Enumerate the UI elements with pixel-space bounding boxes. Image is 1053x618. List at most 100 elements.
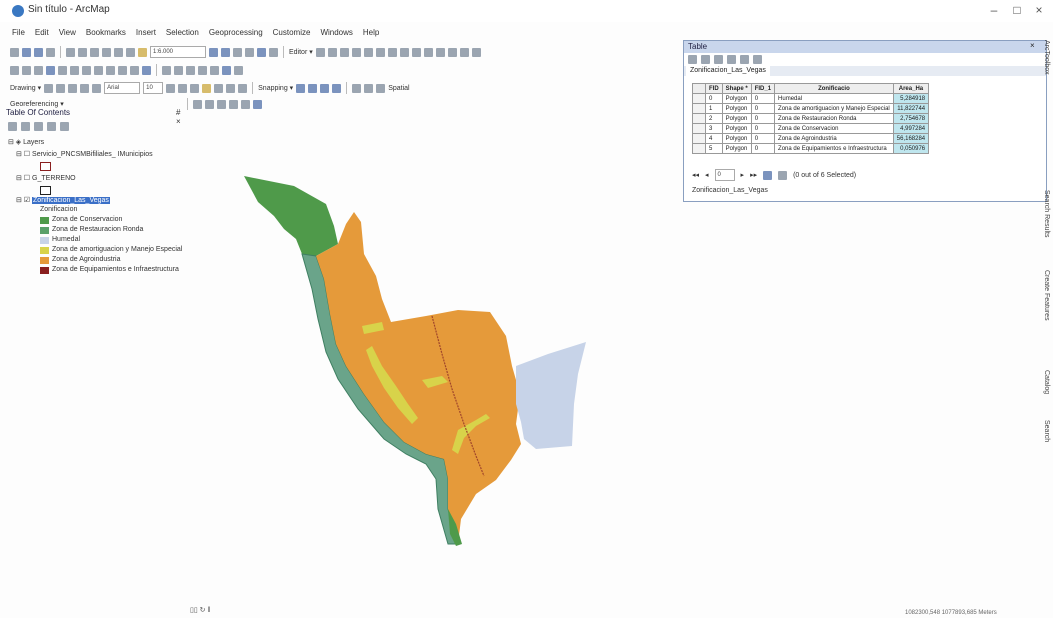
edge-snapping-icon[interactable] (332, 83, 342, 93)
font-field[interactable]: Arial (104, 82, 141, 94)
rotate-tool-icon[interactable] (56, 83, 66, 93)
new-icon[interactable] (10, 47, 19, 57)
next-record-button[interactable]: ▸ (741, 171, 745, 179)
menu-view[interactable]: View (59, 28, 76, 42)
legend-swatch[interactable] (40, 217, 49, 224)
add-data-icon[interactable] (138, 47, 147, 57)
pan-icon[interactable] (34, 65, 43, 75)
georef-tool-icon[interactable] (352, 83, 362, 93)
fill-color-icon[interactable] (214, 83, 224, 93)
undo-icon[interactable] (114, 47, 123, 57)
select-features-icon[interactable] (106, 65, 115, 75)
save-icon[interactable] (34, 47, 43, 57)
previous-record-button[interactable]: ◂ (705, 171, 709, 179)
column-header[interactable]: Zonificacio (774, 83, 894, 94)
open-icon[interactable] (22, 47, 31, 57)
redo-icon[interactable] (126, 47, 135, 57)
layers-root[interactable]: ⊟ ◈ Layers (8, 138, 44, 146)
print-icon[interactable] (46, 47, 55, 57)
paste-icon[interactable] (90, 47, 99, 57)
edit-vertices-icon[interactable] (387, 47, 397, 57)
point-snapping-icon[interactable] (296, 83, 306, 93)
view-toggle-controls[interactable]: ▯▯ ↻ ‖ (190, 606, 210, 614)
georef-tool-icon[interactable] (376, 83, 386, 93)
italic-icon[interactable] (178, 83, 188, 93)
show-all-records-icon[interactable] (763, 170, 773, 180)
column-header[interactable]: Area_Ha (892, 83, 930, 94)
end-snapping-icon[interactable] (308, 83, 318, 93)
legend-swatch[interactable] (40, 257, 49, 264)
sketch-properties-icon[interactable] (459, 47, 469, 57)
tab-zonificacion[interactable]: Zonificacion_Las_Vegas (686, 66, 770, 76)
endpoint-arc-icon[interactable] (351, 47, 361, 57)
editor-menu[interactable]: Editor ▾ (289, 48, 313, 56)
menu-windows[interactable]: Windows (320, 28, 352, 42)
edit-tool-icon[interactable] (315, 47, 325, 57)
show-selected-records-icon[interactable] (778, 170, 788, 180)
bold-icon[interactable] (166, 83, 176, 93)
legend-swatch[interactable] (40, 267, 49, 274)
dock-tab-arctoolbox[interactable]: ArcToolbox (1036, 40, 1050, 75)
layer-item-zonificacion[interactable]: ⊟ ☑ Zonificacion_Las_Vegas (16, 196, 110, 204)
back-extent-icon[interactable] (82, 65, 91, 75)
time-slider-icon[interactable] (222, 65, 231, 75)
select-elements-icon[interactable] (130, 65, 139, 75)
menu-file[interactable]: File (12, 28, 25, 42)
layer-symbol-swatch[interactable] (40, 162, 51, 171)
row-selector[interactable] (692, 113, 706, 124)
row-selector[interactable] (692, 133, 706, 144)
table-row[interactable]: 1 Polygon 0 Zona de amortiguacion y Mane… (692, 103, 930, 114)
dock-tab-search-results[interactable]: Search Results (1036, 190, 1050, 237)
identify-icon[interactable] (142, 65, 151, 75)
straight-segment-icon[interactable] (339, 47, 349, 57)
clear-selection-icon[interactable] (118, 65, 127, 75)
attributes-icon[interactable] (447, 47, 457, 57)
trace-icon[interactable] (363, 47, 373, 57)
marker-color-icon[interactable] (238, 83, 248, 93)
table-status-tab[interactable]: Zonificacion_Las_Vegas (692, 187, 768, 194)
reshape-icon[interactable] (399, 47, 409, 57)
menu-edit[interactable]: Edit (35, 28, 49, 42)
create-viewer-icon[interactable] (234, 65, 243, 75)
row-selector[interactable] (692, 103, 706, 114)
menu-geoprocessing[interactable]: Geoprocessing (209, 28, 263, 42)
georeferencing-menu[interactable]: Georeferencing ▾ (10, 100, 64, 108)
hyperlink-icon[interactable] (198, 65, 207, 75)
map-scale-field[interactable]: 1:6.000 (150, 46, 206, 58)
maximize-button[interactable]: □ (1008, 3, 1026, 17)
point-icon[interactable] (375, 47, 385, 57)
measure-icon[interactable] (186, 65, 195, 75)
select-elements-tool-icon[interactable] (44, 83, 54, 93)
table-row[interactable]: 3 Polygon 0 Zona de Conservacion 4,99728… (692, 123, 930, 134)
menu-customize[interactable]: Customize (273, 28, 311, 42)
table-row[interactable]: 0 Polygon 0 Humedal 5,284918 (692, 93, 930, 104)
menu-help[interactable]: Help (363, 28, 379, 42)
editor-toolbar-icon[interactable] (209, 47, 218, 57)
column-header[interactable]: FID (705, 83, 723, 94)
map-canvas[interactable] (186, 104, 680, 604)
table-of-contents-icon[interactable] (221, 47, 230, 57)
table-row[interactable]: 2 Polygon 0 Zona de Restauracion Ronda 2… (692, 113, 930, 124)
copy-icon[interactable] (78, 47, 87, 57)
toc-close-button[interactable]: # × (176, 108, 186, 126)
text-icon[interactable] (92, 83, 102, 93)
rectangle-icon[interactable] (80, 83, 90, 93)
menu-bookmarks[interactable]: Bookmarks (86, 28, 126, 42)
legend-swatch[interactable] (40, 247, 49, 254)
create-features-icon[interactable] (471, 47, 481, 57)
table-row[interactable]: 5 Polygon 0 Zona de Equipamientos e Infr… (692, 143, 930, 154)
fixed-zoom-in-icon[interactable] (58, 65, 67, 75)
table-close-button[interactable]: × (1030, 41, 1035, 50)
edit-annotation-icon[interactable] (327, 47, 337, 57)
table-row[interactable]: 4 Polygon 0 Zona de Agroindustria 56,168… (692, 133, 930, 144)
menu-insert[interactable]: Insert (136, 28, 156, 42)
list-by-visibility-icon[interactable] (34, 122, 43, 131)
layer-item-municipios[interactable]: ⊟ ☐ Servicio_PNCSMBifiliales_ IMunicipio… (16, 150, 153, 158)
snapping-menu[interactable]: Snapping ▾ (258, 84, 293, 92)
last-record-button[interactable]: ▸▸ (750, 171, 757, 179)
zone-conservacion-polygon[interactable] (244, 176, 338, 256)
row-selector[interactable] (692, 123, 706, 134)
drawing-menu[interactable]: Drawing ▾ (10, 84, 41, 92)
dock-tab-catalog[interactable]: Catalog (1036, 370, 1050, 394)
layer-symbol-swatch[interactable] (40, 186, 51, 195)
